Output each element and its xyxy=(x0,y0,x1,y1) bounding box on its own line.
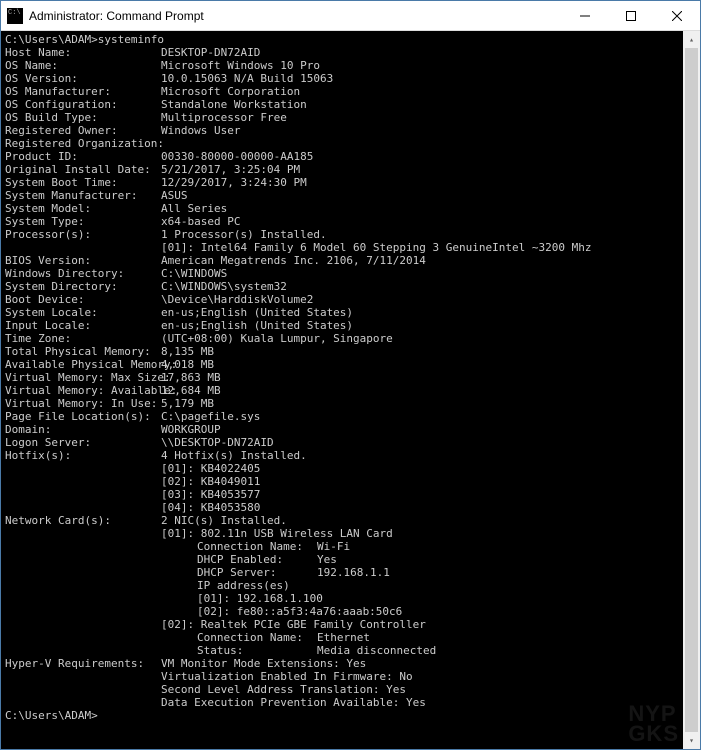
output-row: Boot Device:\Device\HarddiskVolume2 xyxy=(5,293,679,306)
cmd-icon xyxy=(7,8,23,24)
output-row: [02]: fe80::a5f3:4a76:aaab:50c6 xyxy=(5,605,679,618)
output-row: Domain:WORKGROUP xyxy=(5,423,679,436)
output-row: Time Zone:(UTC+08:00) Kuala Lumpur, Sing… xyxy=(5,332,679,345)
output-row: System Manufacturer:ASUS xyxy=(5,189,679,202)
output-row: IP address(es) xyxy=(5,579,679,592)
scroll-down-arrow[interactable]: ▾ xyxy=(683,732,700,749)
output-row: BIOS Version:American Megatrends Inc. 21… xyxy=(5,254,679,267)
output-row: System Type:x64-based PC xyxy=(5,215,679,228)
output-row: Network Card(s):2 NIC(s) Installed. xyxy=(5,514,679,527)
output-row: System Directory:C:\WINDOWS\system32 xyxy=(5,280,679,293)
output-row: Registered Owner:Windows User xyxy=(5,124,679,137)
output-row: Product ID:00330-80000-00000-AA185 xyxy=(5,150,679,163)
minimize-button[interactable] xyxy=(562,1,608,31)
output-row: Page File Location(s):C:\pagefile.sys xyxy=(5,410,679,423)
output-row: OS Build Type:Multiprocessor Free xyxy=(5,111,679,124)
output-row: [01]: 192.168.1.100 xyxy=(5,592,679,605)
output-row: C:\Users\ADAM> xyxy=(5,709,679,722)
output-row: Hotfix(s):4 Hotfix(s) Installed. xyxy=(5,449,679,462)
output-row: [02]: Realtek PCIe GBE Family Controller xyxy=(5,618,679,631)
output-row: Connection Name:Ethernet xyxy=(5,631,679,644)
output-row: OS Configuration:Standalone Workstation xyxy=(5,98,679,111)
output-row: Registered Organization: xyxy=(5,137,679,150)
output-row: DHCP Enabled:Yes xyxy=(5,553,679,566)
output-row: Total Physical Memory:8,135 MB xyxy=(5,345,679,358)
vertical-scrollbar[interactable]: ▴ ▾ xyxy=(683,31,700,749)
output-row: Connection Name:Wi-Fi xyxy=(5,540,679,553)
output-row: DHCP Server:192.168.1.1 xyxy=(5,566,679,579)
output-row: [01]: 802.11n USB Wireless LAN Card xyxy=(5,527,679,540)
output-row: Status:Media disconnected xyxy=(5,644,679,657)
output-row: Virtualization Enabled In Firmware: No xyxy=(5,670,679,683)
output-row: Data Execution Prevention Available: Yes xyxy=(5,696,679,709)
output-row: Available Physical Memory:4,018 MB xyxy=(5,358,679,371)
output-row: Windows Directory:C:\WINDOWS xyxy=(5,267,679,280)
output-row: [04]: KB4053580 xyxy=(5,501,679,514)
terminal-area: C:\Users\ADAM>systeminfoHost Name:DESKTO… xyxy=(1,31,700,749)
maximize-button[interactable] xyxy=(608,1,654,31)
output-row: Input Locale:en-us;English (United State… xyxy=(5,319,679,332)
output-row: Processor(s):1 Processor(s) Installed. xyxy=(5,228,679,241)
command-prompt-window: Administrator: Command Prompt C:\Users\A… xyxy=(0,0,701,750)
output-row: [02]: KB4049011 xyxy=(5,475,679,488)
output-row: Host Name:DESKTOP-DN72AID xyxy=(5,46,679,59)
window-title: Administrator: Command Prompt xyxy=(29,9,562,23)
scroll-track[interactable] xyxy=(683,48,700,732)
output-row: Virtual Memory: Max Size:17,863 MB xyxy=(5,371,679,384)
output-row: [01]: Intel64 Family 6 Model 60 Stepping… xyxy=(5,241,679,254)
watermark: NYP GKS xyxy=(628,704,679,744)
output-row: System Model:All Series xyxy=(5,202,679,215)
scroll-thumb[interactable] xyxy=(685,48,698,732)
terminal-output[interactable]: C:\Users\ADAM>systeminfoHost Name:DESKTO… xyxy=(1,31,683,749)
output-row: System Boot Time:12/29/2017, 3:24:30 PM xyxy=(5,176,679,189)
scroll-up-arrow[interactable]: ▴ xyxy=(683,31,700,48)
window-controls xyxy=(562,1,700,31)
output-row: Logon Server:\\DESKTOP-DN72AID xyxy=(5,436,679,449)
output-row: Virtual Memory: In Use:5,179 MB xyxy=(5,397,679,410)
output-row: [03]: KB4053577 xyxy=(5,488,679,501)
output-row: C:\Users\ADAM>systeminfo xyxy=(5,33,679,46)
output-row: Second Level Address Translation: Yes xyxy=(5,683,679,696)
close-button[interactable] xyxy=(654,1,700,31)
output-row: Virtual Memory: Available:12,684 MB xyxy=(5,384,679,397)
titlebar[interactable]: Administrator: Command Prompt xyxy=(1,1,700,31)
output-row: System Locale:en-us;English (United Stat… xyxy=(5,306,679,319)
output-row: OS Manufacturer:Microsoft Corporation xyxy=(5,85,679,98)
output-row: OS Version:10.0.15063 N/A Build 15063 xyxy=(5,72,679,85)
output-row: [01]: KB4022405 xyxy=(5,462,679,475)
output-row: OS Name:Microsoft Windows 10 Pro xyxy=(5,59,679,72)
output-row: Original Install Date:5/21/2017, 3:25:04… xyxy=(5,163,679,176)
output-row: Hyper-V Requirements:VM Monitor Mode Ext… xyxy=(5,657,679,670)
